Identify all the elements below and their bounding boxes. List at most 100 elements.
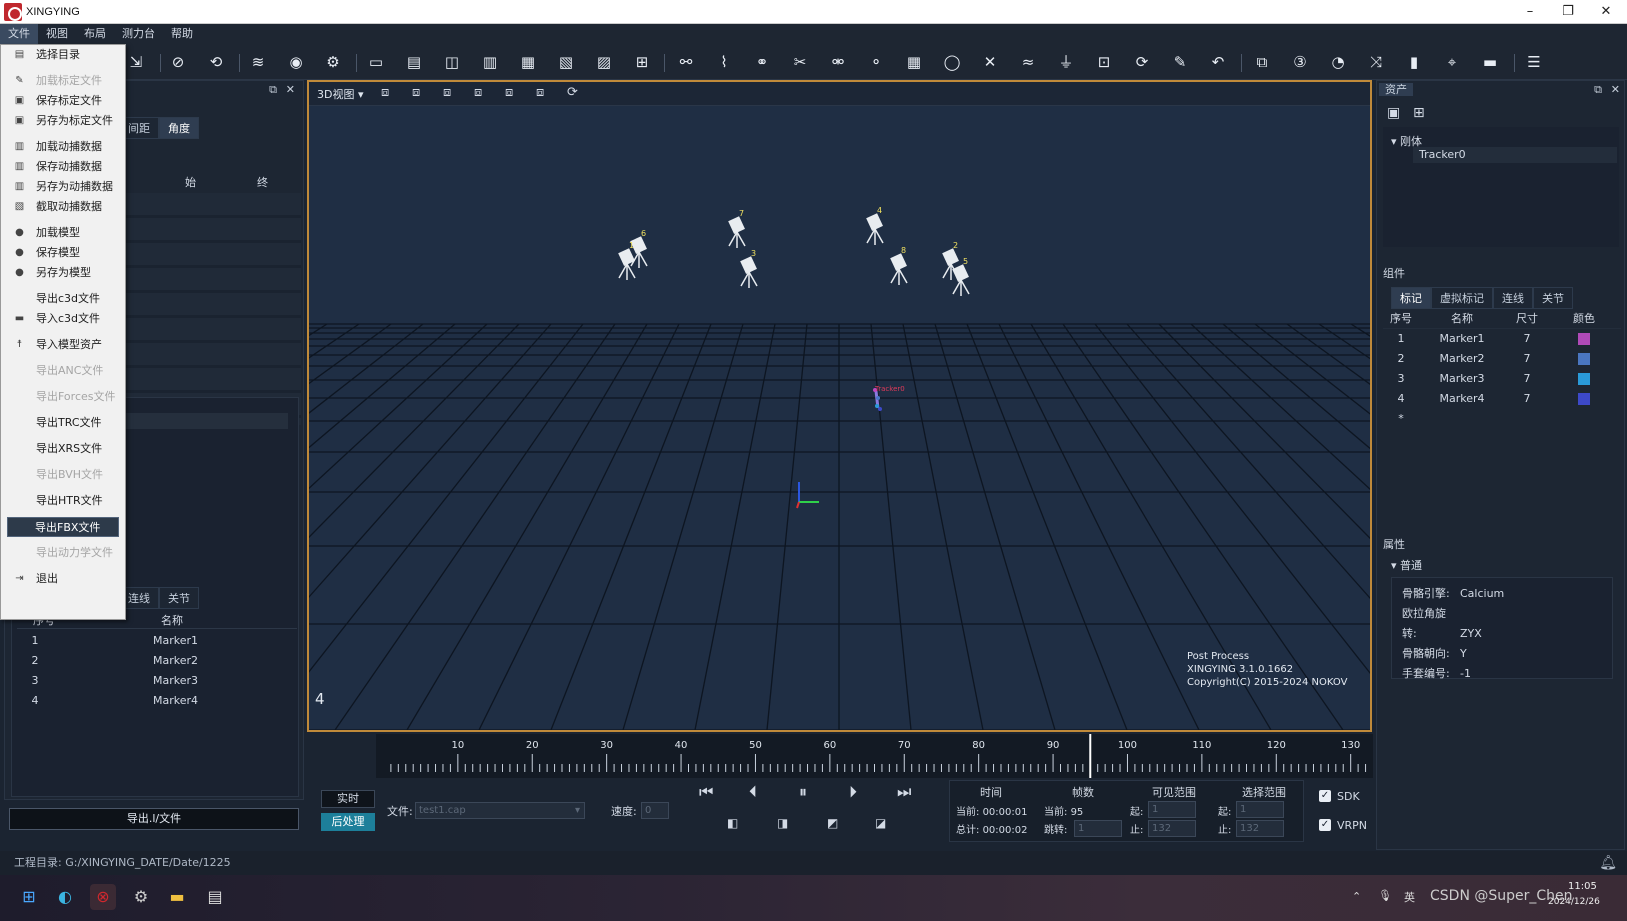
3d-icon[interactable]: ③ <box>1290 52 1310 72</box>
link-icon[interactable]: ⚯ <box>676 52 696 72</box>
joint-icon[interactable]: ⚬ <box>866 52 886 72</box>
mark-in-icon[interactable]: ◧ <box>727 816 738 830</box>
view-back-icon[interactable]: ⧈ <box>412 85 420 100</box>
layers-icon[interactable]: ≋ <box>248 52 268 72</box>
maximize-button[interactable]: ❐ <box>1548 0 1588 24</box>
cut-icon[interactable]: ✂ <box>790 52 810 72</box>
hide-icon[interactable]: ⊘ <box>168 52 188 72</box>
tab-joints[interactable]: 关节 <box>159 587 199 609</box>
select-to-input[interactable]: 132 <box>1236 820 1284 837</box>
menu-item-18[interactable]: ☨ 导入模型资产 <box>2 335 124 355</box>
view-left-icon[interactable]: ⧈ <box>443 85 451 100</box>
vrpn-checkbox[interactable]: ✓ <box>1319 819 1331 831</box>
tab-virtual-markers[interactable]: 虚拟标记 <box>1431 287 1493 309</box>
settings-icon[interactable]: ⚙ <box>323 52 343 72</box>
float-icon[interactable]: ⧉ <box>269 81 277 99</box>
menu-item-26[interactable]: 导出XRS文件 <box>2 439 124 459</box>
layout-top-icon[interactable]: ▤ <box>404 52 424 72</box>
terminal-icon[interactable]: ▤ <box>202 884 228 910</box>
export-file-button[interactable]: 导出.l/文件 <box>9 808 299 830</box>
ime-language[interactable]: 英 <box>1404 889 1415 905</box>
skip-end-icon[interactable]: ⏭ <box>897 782 911 802</box>
mark-out-icon[interactable]: ◪ <box>875 816 886 830</box>
menu-item-24[interactable]: 导出TRC文件 <box>2 413 124 433</box>
app-icon[interactable]: ⚙ <box>128 884 154 910</box>
layout-row-icon[interactable]: ▦ <box>518 52 538 72</box>
jump-input[interactable]: 1 <box>1074 820 1122 837</box>
tab-angle[interactable]: 角度 <box>159 117 199 139</box>
color-swatch[interactable] <box>1578 373 1590 385</box>
pause-icon[interactable]: ⏸ <box>799 782 807 802</box>
chart-icon[interactable]: ⌇ <box>714 52 734 72</box>
layout-split-icon[interactable]: ◫ <box>442 52 462 72</box>
bar-chart-icon[interactable]: ▮ <box>1404 52 1424 72</box>
menu-item-0[interactable]: ▤ 选择目录 <box>2 45 124 65</box>
menu-item-3[interactable]: ▣ 保存标定文件 <box>2 91 124 111</box>
camera-icon[interactable]: ◉ <box>286 52 306 72</box>
mark-clear-icon[interactable]: ◩ <box>827 816 838 830</box>
view-mode-select[interactable]: 3D视图 ▾ <box>317 86 364 102</box>
view-top-icon[interactable]: ⧈ <box>505 85 513 100</box>
layout-single-icon[interactable]: ▭ <box>366 52 386 72</box>
step-forward-icon[interactable]: ⏵ <box>849 782 857 802</box>
focus-icon[interactable]: ⊡ <box>1094 52 1114 72</box>
view-reset-icon[interactable]: ⟳ <box>567 85 578 100</box>
view-right-icon[interactable]: ⧈ <box>474 85 482 100</box>
windows-start-icon[interactable]: ⊞ <box>16 884 42 910</box>
share-icon[interactable]: ⤨ <box>1366 52 1386 72</box>
float-icon[interactable]: ⧉ <box>1594 81 1602 99</box>
list-icon[interactable]: ☰ <box>1524 52 1544 72</box>
color-swatch[interactable] <box>1578 353 1590 365</box>
menu-item-30[interactable]: 导出HTR文件 <box>2 491 124 511</box>
rotate-icon[interactable]: ⟳ <box>1132 52 1152 72</box>
table-row[interactable]: 4 Marker4 7 <box>1383 389 1621 409</box>
postprocess-button[interactable]: 后处理 <box>321 813 375 831</box>
smooth-icon[interactable]: ≈ <box>1018 52 1038 72</box>
gauge-icon[interactable]: ◔ <box>1328 52 1348 72</box>
table-row[interactable]: 2 Marker2 7 <box>1383 349 1621 369</box>
menu-item-7[interactable]: ▥ 保存动捕数据 <box>2 157 124 177</box>
menu-help[interactable]: 帮助 <box>163 24 201 44</box>
view-front-icon[interactable]: ⧈ <box>381 85 389 100</box>
edge-icon[interactable]: ◐ <box>52 884 78 910</box>
table-row[interactable]: 1 Marker1 7 <box>1383 329 1621 349</box>
lasso-icon[interactable]: ◯ <box>942 52 962 72</box>
menu-view[interactable]: 视图 <box>38 24 76 44</box>
layout-three-icon[interactable]: ▥ <box>480 52 500 72</box>
3d-viewport[interactable]: 3D视图 ▾ ⧈ ⧈ ⧈ ⧈ ⧈ ⧈ ⟳ 61 7 3 4 8 25 Tracker0 4… <box>307 80 1372 732</box>
mic-icon[interactable]: 🎙︎ <box>1378 889 1392 902</box>
menu-item-4[interactable]: ▣ 另存为标定文件 <box>2 111 124 131</box>
connect-icon[interactable]: ⚭ <box>752 52 772 72</box>
tab-lines[interactable]: 连线 <box>1493 287 1533 309</box>
document-icon[interactable]: ▬ <box>1480 52 1500 72</box>
menu-item-12[interactable]: ● 保存模型 <box>2 243 124 263</box>
skip-start-icon[interactable]: ⏮ <box>699 782 713 802</box>
location-icon[interactable]: ⌖ <box>1442 52 1462 72</box>
table-row[interactable]: 1 Marker1 <box>17 631 297 651</box>
bell-icon[interactable]: 🔔︎ <box>1599 851 1617 875</box>
chevron-up-icon[interactable]: ⌃ <box>1352 890 1361 903</box>
table-icon[interactable]: ▦ <box>904 52 924 72</box>
menu-item-32[interactable]: 导出FBX文件 <box>7 517 119 537</box>
tab-joints[interactable]: 关节 <box>1533 287 1573 309</box>
file-select[interactable]: test1.cap ▾ <box>415 802 585 819</box>
undo-icon[interactable]: ↶ <box>1208 52 1228 72</box>
visible-from-input[interactable]: 1 <box>1148 801 1196 818</box>
tab-markers[interactable]: 标记 <box>1391 287 1431 309</box>
minimize-button[interactable]: – <box>1510 0 1550 24</box>
tree-item-tracker0[interactable]: Tracker0 <box>1413 147 1617 163</box>
menu-item-8[interactable]: ▥ 另存为动捕数据 <box>2 177 124 197</box>
step-back-icon[interactable]: ⏴ <box>749 782 757 802</box>
add-asset-icon[interactable]: ⊞ <box>1413 105 1425 121</box>
speed-input[interactable]: 0 <box>641 802 669 819</box>
color-swatch[interactable] <box>1578 393 1590 405</box>
table-row[interactable]: 3 Marker3 <box>17 671 297 691</box>
box-icon[interactable]: ⧉ <box>1252 52 1272 72</box>
mark-range-icon[interactable]: ◨ <box>777 816 788 830</box>
menu-item-13[interactable]: ● 另存为模型 <box>2 263 124 283</box>
timeline-ruler[interactable]: 10 20 30 40 50 60 70 80 90 100 110 120 130 <box>376 734 1373 778</box>
table-row[interactable]: 3 Marker3 7 <box>1383 369 1621 389</box>
close-panel-icon[interactable]: ✕ <box>1611 81 1620 99</box>
menu-file[interactable]: 文件 <box>0 24 38 44</box>
menu-layout[interactable]: 布局 <box>76 24 114 44</box>
